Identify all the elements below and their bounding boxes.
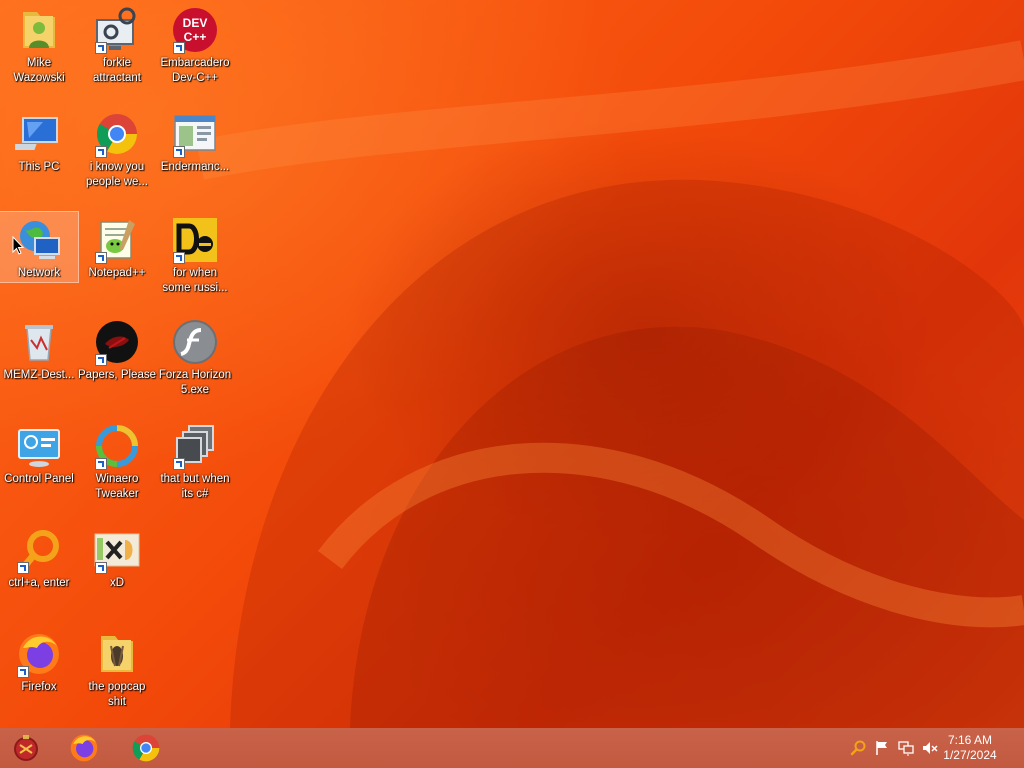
desktop-icon-label: Embarcadero Dev-C++ bbox=[160, 57, 230, 84]
tray-search-icon[interactable] bbox=[850, 740, 866, 756]
folder-icon bbox=[15, 6, 63, 54]
tray-flag-icon[interactable] bbox=[874, 740, 890, 756]
hxd-icon bbox=[93, 526, 141, 574]
shortcut-arrow-icon bbox=[95, 562, 107, 574]
desktop-icon-label: the popcap shit bbox=[88, 681, 146, 708]
firefox-icon bbox=[15, 630, 63, 678]
taskbar-firefox-button[interactable] bbox=[64, 732, 104, 764]
desktop-icon-label: for when some russi... bbox=[162, 267, 228, 294]
start-orb-icon bbox=[14, 735, 38, 761]
firefox-icon bbox=[70, 734, 98, 762]
papers-please-icon bbox=[93, 318, 141, 366]
notepadpp-icon bbox=[93, 216, 141, 264]
desktop-icon-label: Network bbox=[17, 267, 61, 279]
desktop-icon-popcap[interactable]: the popcap shit bbox=[78, 626, 156, 726]
devcpp-icon-text: DEV bbox=[183, 16, 208, 30]
desktop-icon-ctrl-a-enter[interactable]: ctrl+a, enter bbox=[0, 522, 78, 622]
desktop-icon-label: Papers, Please bbox=[78, 369, 156, 381]
shortcut-arrow-icon bbox=[173, 42, 185, 54]
desktop-icon-label: forkie attractant bbox=[93, 57, 141, 84]
control-panel-icon bbox=[15, 422, 63, 470]
desktop-icon-label: Endermanc... bbox=[160, 161, 230, 173]
clock-time: 7:16 AM bbox=[947, 733, 993, 747]
magnifier-icon bbox=[15, 526, 63, 574]
desktop-icon-label: that but when its c# bbox=[160, 473, 230, 500]
taskbar-chrome-button[interactable] bbox=[126, 732, 166, 764]
shortcut-arrow-icon bbox=[95, 42, 107, 54]
desktop-icon-winaero-tweaker[interactable]: Winaero Tweaker bbox=[78, 418, 156, 518]
shortcut-arrow-icon bbox=[17, 666, 29, 678]
desktop-icon-label: i know you people we... bbox=[85, 161, 148, 188]
desktop-icon-memz[interactable]: MEMZ-Dest... bbox=[0, 314, 78, 414]
desktop-icon-label: Mike Wazowski bbox=[13, 57, 65, 84]
mouse-cursor-icon bbox=[12, 236, 24, 255]
de-logo-icon bbox=[171, 216, 219, 264]
tray-network-icon[interactable] bbox=[898, 740, 914, 756]
computer-icon bbox=[15, 110, 63, 158]
desktop-icon-forza[interactable]: Forza Horizon 5.exe bbox=[156, 314, 234, 414]
window-app-icon bbox=[171, 110, 219, 158]
desktop-icon-mike-wazowski[interactable]: Mike Wazowski bbox=[0, 2, 78, 102]
desktop-icon-devcpp[interactable]: DEV C++ Embarcadero Dev-C++ bbox=[156, 2, 234, 102]
stacked-windows-icon bbox=[171, 422, 219, 470]
desktop-icon-endermanch[interactable]: Endermanc... bbox=[156, 106, 234, 206]
desktop-icon-label: MEMZ-Dest... bbox=[3, 369, 75, 381]
desktop-icon-label: Forza Horizon 5.exe bbox=[158, 369, 232, 396]
desktop-icon-label: Winaero Tweaker bbox=[95, 473, 139, 500]
desktop-icon-notepadpp[interactable]: Notepad++ bbox=[78, 212, 156, 312]
svg-text:C++: C++ bbox=[184, 30, 207, 44]
desktop-icon-control-panel[interactable]: Control Panel bbox=[0, 418, 78, 518]
shortcut-arrow-icon bbox=[17, 562, 29, 574]
shortcut-arrow-icon bbox=[173, 458, 185, 470]
clock-date: 1/27/2024 bbox=[943, 748, 997, 762]
shortcut-arrow-icon bbox=[95, 146, 107, 158]
shortcut-arrow-icon bbox=[95, 252, 107, 264]
devcpp-icon: DEV C++ bbox=[171, 6, 219, 54]
desktop-icon-xd[interactable]: xD bbox=[78, 522, 156, 622]
recycle-bin-icon bbox=[15, 318, 63, 366]
desktop-icon-label: ctrl+a, enter bbox=[8, 577, 70, 589]
desktop-icon-label: Firefox bbox=[21, 681, 57, 693]
chrome-icon bbox=[93, 110, 141, 158]
desktop-icon-csharp[interactable]: that but when its c# bbox=[156, 418, 234, 518]
chrome-icon bbox=[132, 734, 160, 762]
desktop-icon-russian[interactable]: for when some russi... bbox=[156, 212, 234, 312]
desktop-icon-this-pc[interactable]: This PC bbox=[0, 106, 78, 206]
desktop-icon-papers-please[interactable]: Papers, Please bbox=[78, 314, 156, 414]
taskbar-clock[interactable]: 7:16 AM 1/27/2024 bbox=[930, 733, 1010, 763]
desktop-icon-label: xD bbox=[109, 577, 125, 589]
shortcut-arrow-icon bbox=[173, 146, 185, 158]
desktop-icon-label: Notepad++ bbox=[88, 267, 146, 279]
shortcut-arrow-icon bbox=[173, 252, 185, 264]
shortcut-arrow-icon bbox=[95, 354, 107, 366]
flash-player-icon bbox=[171, 318, 219, 366]
desktop-icon-label: Control Panel bbox=[4, 473, 74, 485]
desktop-icon-chrome-shortcut[interactable]: i know you people we... bbox=[78, 106, 156, 206]
desktop-icon-firefox[interactable]: Firefox bbox=[0, 626, 78, 726]
start-button[interactable] bbox=[6, 732, 46, 764]
folder-icon bbox=[93, 630, 141, 678]
taskbar: 7:16 AM 1/27/2024 bbox=[0, 728, 1024, 768]
settings-monitor-icon bbox=[93, 6, 141, 54]
desktop-icon-label: This PC bbox=[18, 161, 60, 173]
shortcut-arrow-icon bbox=[95, 458, 107, 470]
winaero-icon bbox=[93, 422, 141, 470]
desktop-icon-forkie-attractant[interactable]: forkie attractant bbox=[78, 2, 156, 102]
